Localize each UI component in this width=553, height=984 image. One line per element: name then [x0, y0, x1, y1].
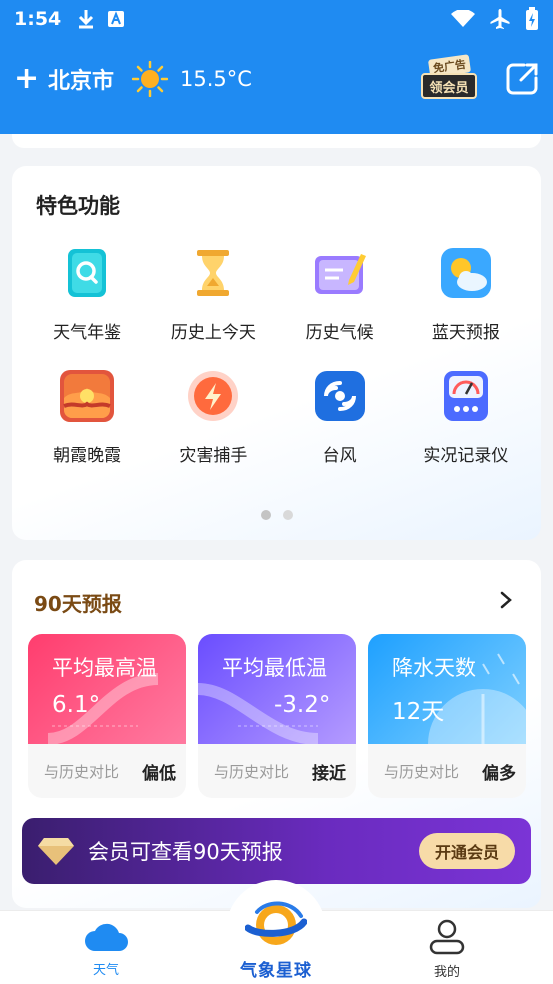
planet-logo-icon [245, 901, 307, 945]
stat-panel [368, 634, 526, 744]
stat-value: 6.1° [52, 692, 101, 718]
status-bar: 1:54 [14, 6, 539, 32]
stat-title: 平均最高温 [52, 656, 157, 680]
umbrella-icon [428, 653, 526, 744]
pager-dot-2[interactable] [282, 510, 293, 520]
precipitation-days-card[interactable]: 降水天数 12天 与历史对比 偏多 [368, 634, 526, 798]
city-name[interactable]: 北京市 [48, 63, 114, 95]
almanac-icon [68, 249, 107, 297]
feature-label: 蓝天预报 [431, 323, 500, 343]
download-icon [79, 10, 94, 29]
stat-compare-label: 与历史对比 [214, 762, 290, 781]
sun-cloud-icon [440, 248, 491, 298]
stat-compare-label: 与历史对比 [44, 762, 120, 781]
nav-me[interactable]: 我的 [397, 919, 497, 980]
brand-name: 气象星球 [240, 961, 312, 981]
nav-me-label: 我的 [433, 965, 460, 980]
feature-label: 朝霞晚霞 [53, 446, 122, 466]
battery-icon [526, 7, 538, 30]
stat-result: 偏多 [482, 763, 516, 784]
open-membership-button[interactable]: 开通会员 [418, 833, 515, 869]
stat-title: 降水天数 [392, 656, 476, 680]
lightning-icon [188, 371, 239, 421]
feature-label: 历史上今天 [170, 323, 256, 343]
vip-badge-button[interactable]: 免广告 领会员 [421, 54, 479, 101]
gauge-icon [443, 371, 488, 421]
notebook-icon [314, 254, 366, 294]
sun-icon [132, 61, 169, 97]
vip-promo-banner[interactable]: 会员可查看90天预报 开通会员 [22, 818, 531, 884]
feature-label: 台风 [322, 446, 357, 466]
stat-result: 接近 [312, 763, 346, 784]
stat-panel [28, 634, 186, 744]
nav-weather[interactable]: 天气 [56, 919, 156, 978]
vip-diamond-icon [38, 838, 74, 865]
feature-history-today[interactable]: 历史上今天 [150, 244, 276, 343]
pager-dots [12, 510, 541, 520]
features-card: 特色功能 天气年鉴 历史上今天 历史气候 蓝天预报 朝霞晚霞 灾害捕手 台风 实… [12, 166, 541, 540]
stat-compare-label: 与历史对比 [384, 762, 460, 781]
nav-weather-label: 天气 [92, 963, 119, 978]
feature-label: 历史气候 [305, 323, 374, 343]
stat-value: -3.2° [274, 692, 331, 718]
add-city-button[interactable]: + [14, 64, 40, 94]
get-membership-label: 领会员 [421, 73, 477, 99]
stat-panel [198, 634, 356, 744]
typhoon-icon [314, 371, 365, 421]
airplane-icon [490, 9, 510, 29]
cloud-icon [85, 923, 128, 951]
vip-promo-text: 会员可查看90天预报 [88, 840, 283, 864]
avg-low-temp-card[interactable]: 平均最低温 -3.2° 与历史对比 接近 [198, 634, 356, 798]
feature-label: 灾害捕手 [179, 446, 248, 466]
previous-card-edge [12, 134, 541, 148]
brand-logo-button[interactable]: 气象星球 [226, 880, 326, 981]
text-icon [108, 11, 125, 27]
forecast-90-card: 90天预报 平均最高温 6.1° 与历史对比 偏低 平均最低温 -3.2° 与历… [12, 560, 541, 908]
feature-disaster-catcher[interactable]: 灾害捕手 [150, 367, 276, 466]
feature-morning-evening-glow[interactable]: 朝霞晚霞 [24, 367, 150, 466]
stat-value: 12天 [392, 699, 445, 725]
chevron-right-icon[interactable] [499, 590, 513, 610]
feature-typhoon[interactable]: 台风 [277, 367, 403, 466]
app-header: 1:54 + 北京市 15.5°C 免广告 领会员 [0, 0, 553, 134]
avg-high-temp-card[interactable]: 平均最高温 6.1° 与历史对比 偏低 [28, 634, 186, 798]
feature-label: 实况记录仪 [423, 446, 509, 466]
feature-label: 天气年鉴 [53, 323, 122, 343]
stat-result: 偏低 [142, 763, 176, 784]
current-temperature: 15.5°C [180, 67, 252, 91]
feature-weather-almanac[interactable]: 天气年鉴 [24, 244, 150, 343]
features-title: 特色功能 [36, 194, 120, 218]
feature-blue-sky-forecast[interactable]: 蓝天预报 [403, 244, 529, 343]
wifi-icon [451, 10, 475, 27]
pager-dot-1[interactable] [260, 510, 271, 520]
decorative-curve [47, 673, 159, 744]
user-icon [429, 919, 465, 955]
forecast-90-title: 90天预报 [34, 592, 122, 616]
status-time: 1:54 [14, 8, 62, 30]
sunset-icon [60, 370, 115, 422]
feature-live-recorder[interactable]: 实况记录仪 [403, 367, 529, 466]
decorative-curve [198, 683, 319, 744]
feature-history-climate[interactable]: 历史气候 [277, 244, 403, 343]
share-icon[interactable] [505, 62, 539, 96]
stat-title: 平均最低温 [222, 656, 327, 680]
hourglass-icon [197, 250, 230, 296]
